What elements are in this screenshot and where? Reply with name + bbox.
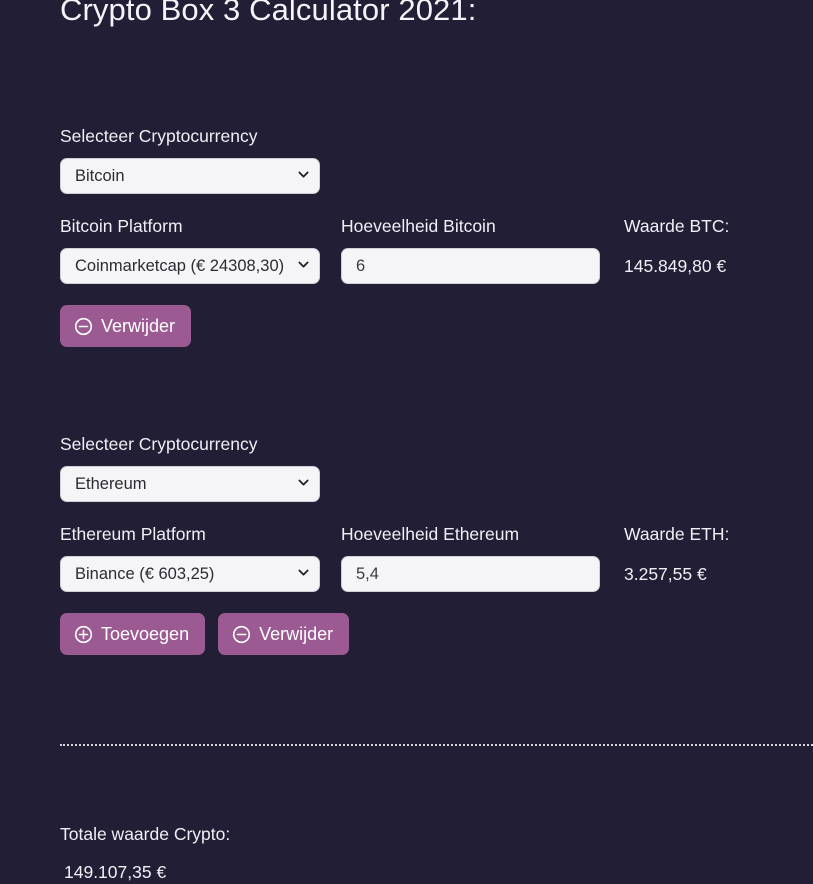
- platform-select-wrap-1: Binance (€ 603,25): [60, 556, 320, 592]
- section-divider: [60, 744, 813, 746]
- details-row-1: Ethereum Platform Binance (€ 603,25) Hoe…: [60, 524, 813, 592]
- coin-select-wrap-1: Ethereum: [60, 466, 320, 502]
- platform-select-1[interactable]: Binance (€ 603,25): [60, 556, 320, 592]
- value-label-0: Waarde BTC:: [624, 216, 730, 236]
- remove-button-1[interactable]: Verwijder: [218, 613, 350, 655]
- remove-button-label-0: Verwijder: [101, 315, 176, 336]
- button-row-1: Toevoegen Verwijder: [60, 613, 813, 655]
- coin-select-label-1: Selecteer Cryptocurrency: [60, 434, 258, 454]
- platform-label-1: Ethereum Platform: [60, 524, 206, 544]
- value-label-1: Waarde ETH:: [624, 524, 730, 544]
- circle-minus-icon: [232, 625, 251, 644]
- totals-section: Totale waarde Crypto: 149.107,35 €: [60, 823, 230, 883]
- add-button-label-1: Toevoegen: [101, 623, 190, 644]
- amount-label-1: Hoeveelheid Ethereum: [341, 524, 520, 544]
- add-button-1[interactable]: Toevoegen: [60, 613, 206, 655]
- value-amount-1: 3.257,55 €: [624, 564, 707, 584]
- platform-select-wrap-0: Coinmarketcap (€ 24308,30): [60, 248, 320, 284]
- circle-minus-icon: [74, 317, 93, 336]
- remove-button-label-1: Verwijder: [259, 623, 334, 644]
- amount-column-0: Hoeveelheid Bitcoin: [341, 216, 624, 284]
- totals-label: Totale waarde Crypto:: [60, 824, 231, 844]
- crypto-row-ethereum: Selecteer Cryptocurrency Ethereum Ethere…: [60, 434, 813, 655]
- crypto-row-bitcoin: Selecteer Cryptocurrency Bitcoin Bitcoin…: [60, 126, 813, 347]
- amount-input-1[interactable]: [341, 556, 600, 592]
- coin-select-0[interactable]: Bitcoin: [60, 158, 320, 194]
- coin-select-label-0: Selecteer Cryptocurrency: [60, 126, 258, 146]
- platform-select-0[interactable]: Coinmarketcap (€ 24308,30): [60, 248, 320, 284]
- calculator-page: Crypto Box 3 Calculator 2021: Selecteer …: [0, 0, 813, 884]
- details-row-0: Bitcoin Platform Coinmarketcap (€ 24308,…: [60, 216, 813, 284]
- circle-plus-icon: [74, 625, 93, 644]
- value-column-0: Waarde BTC: 145.849,80 €: [624, 216, 813, 284]
- button-row-0: Verwijder: [60, 305, 813, 347]
- coin-select-1[interactable]: Ethereum: [60, 466, 320, 502]
- value-amount-0: 145.849,80 €: [624, 256, 727, 276]
- platform-column-0: Bitcoin Platform Coinmarketcap (€ 24308,…: [60, 216, 341, 284]
- amount-column-1: Hoeveelheid Ethereum: [341, 524, 624, 592]
- platform-column-1: Ethereum Platform Binance (€ 603,25): [60, 524, 341, 592]
- page-title: Crypto Box 3 Calculator 2021:: [60, 0, 477, 27]
- totals-value: 149.107,35 €: [64, 862, 167, 882]
- remove-button-0[interactable]: Verwijder: [60, 305, 192, 347]
- amount-label-0: Hoeveelheid Bitcoin: [341, 216, 496, 236]
- amount-input-0[interactable]: [341, 248, 600, 284]
- coin-select-wrap-0: Bitcoin: [60, 158, 320, 194]
- platform-label-0: Bitcoin Platform: [60, 216, 183, 236]
- value-column-1: Waarde ETH: 3.257,55 €: [624, 524, 813, 592]
